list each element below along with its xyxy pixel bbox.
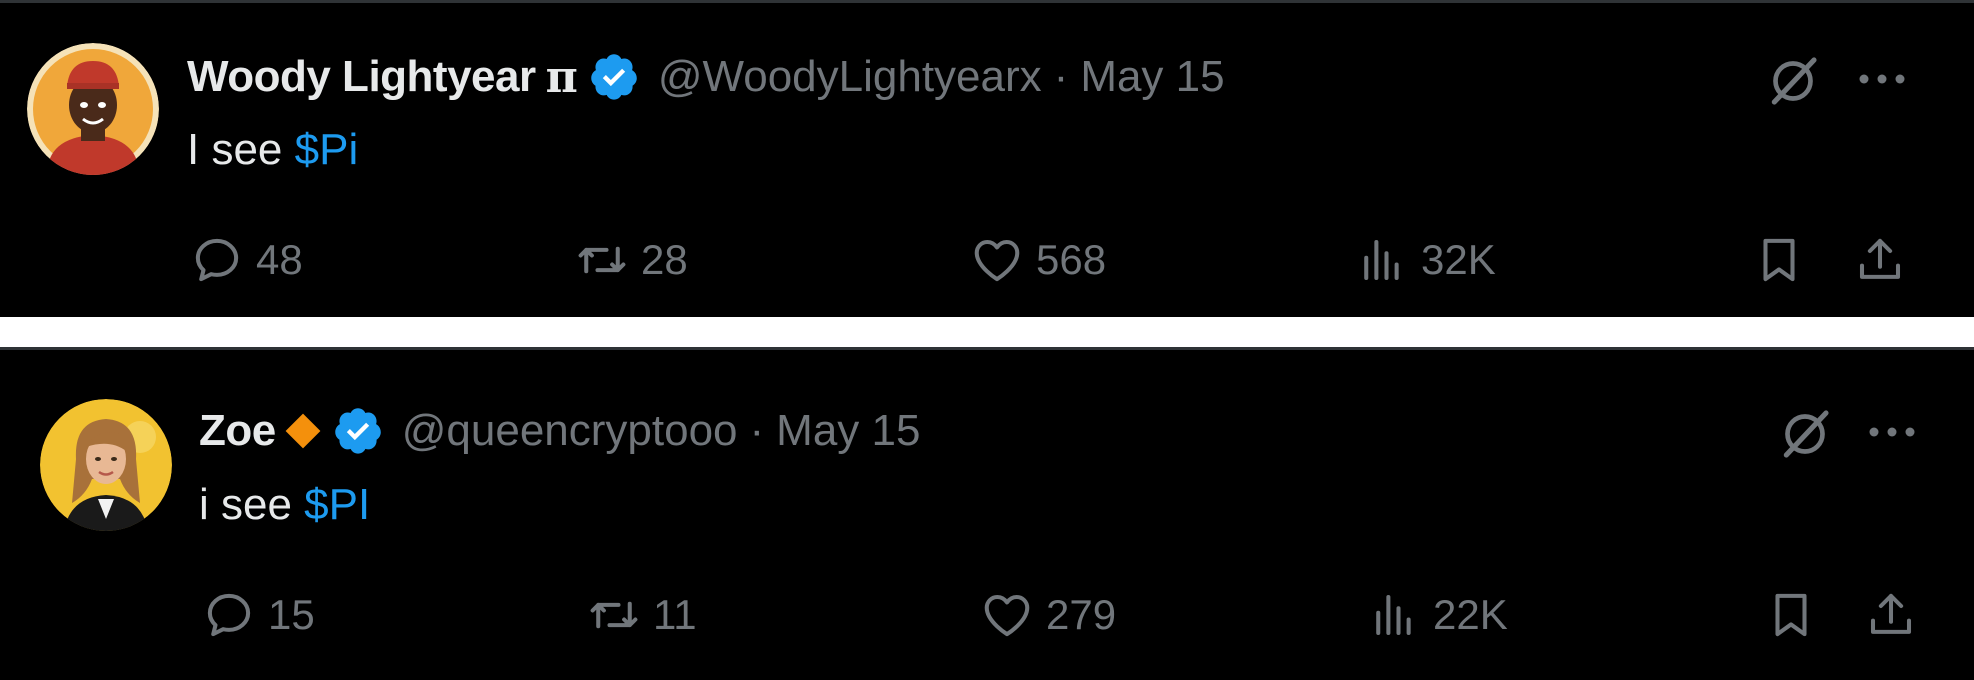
views-chart-icon bbox=[1376, 594, 1411, 636]
user-handle[interactable]: @WoodyLightyearx bbox=[658, 52, 1042, 102]
like-button[interactable]: 279 bbox=[980, 588, 1116, 642]
reply-button[interactable]: 48 bbox=[190, 233, 303, 287]
cashtag-link[interactable]: $Pi bbox=[295, 125, 359, 174]
tweet-text-prefix: I see bbox=[187, 125, 295, 174]
display-name[interactable]: Zoe bbox=[199, 406, 276, 456]
tweet-header: Zoe @queencryptooo · May 15 bbox=[199, 403, 920, 459]
tweet-card[interactable]: Woody Lightyear π @WoodyLightyearx · May… bbox=[0, 0, 1974, 317]
avatar[interactable] bbox=[40, 399, 172, 531]
bookmark-icon[interactable] bbox=[1764, 588, 1818, 642]
reply-icon bbox=[207, 593, 251, 637]
like-count: 279 bbox=[1046, 591, 1117, 638]
header-separator: · bbox=[1053, 52, 1069, 101]
tweet-text-prefix: i see bbox=[199, 480, 305, 529]
share-icon[interactable] bbox=[1864, 588, 1918, 642]
display-name[interactable]: Woody Lightyear bbox=[187, 52, 536, 102]
repost-count: 11 bbox=[653, 591, 697, 638]
tweet-header: Woody Lightyear π @WoodyLightyearx · May… bbox=[187, 49, 1225, 105]
grok-icon[interactable] bbox=[1777, 406, 1833, 462]
reply-button[interactable]: 15 bbox=[202, 588, 315, 642]
tweet-text: i see $PI bbox=[199, 480, 370, 530]
reply-count: 48 bbox=[256, 236, 303, 283]
views-button[interactable]: 32K bbox=[1355, 233, 1496, 287]
verified-badge-icon[interactable] bbox=[332, 405, 384, 457]
avatar[interactable] bbox=[27, 43, 159, 175]
reply-count: 15 bbox=[268, 591, 315, 638]
tweet-date[interactable]: May 15 bbox=[776, 406, 920, 456]
bookmark-icon[interactable] bbox=[1752, 233, 1806, 287]
avatar-image bbox=[40, 399, 172, 531]
cashtag-link[interactable]: $PI bbox=[304, 480, 370, 529]
repost-icon bbox=[578, 246, 626, 274]
name-pi-symbol: π bbox=[545, 51, 578, 103]
repost-button[interactable]: 28 bbox=[575, 233, 688, 287]
views-chart-icon bbox=[1364, 239, 1399, 281]
user-handle[interactable]: @queencryptooo bbox=[402, 406, 738, 456]
tweet-text: I see $Pi bbox=[187, 125, 358, 175]
repost-count: 28 bbox=[641, 236, 688, 283]
like-count: 568 bbox=[1036, 236, 1107, 283]
views-count: 22K bbox=[1433, 591, 1508, 638]
share-icon[interactable] bbox=[1853, 233, 1907, 287]
more-options-icon[interactable] bbox=[1867, 422, 1917, 442]
repost-icon bbox=[590, 601, 638, 629]
reply-icon bbox=[195, 238, 239, 282]
avatar-image bbox=[27, 43, 159, 175]
header-separator: · bbox=[749, 406, 765, 455]
more-options-icon[interactable] bbox=[1857, 69, 1907, 89]
heart-icon bbox=[974, 239, 1020, 282]
repost-button[interactable]: 11 bbox=[587, 588, 697, 642]
heart-icon bbox=[984, 594, 1030, 637]
tweet-card[interactable]: Zoe @queencryptooo · May 15 i see $PI 15 bbox=[0, 347, 1974, 680]
like-button[interactable]: 568 bbox=[970, 233, 1106, 287]
verified-badge-icon[interactable] bbox=[588, 51, 640, 103]
views-button[interactable]: 22K bbox=[1367, 588, 1508, 642]
tweet-date[interactable]: May 15 bbox=[1080, 52, 1224, 102]
orange-diamond-icon bbox=[285, 413, 321, 449]
views-count: 32K bbox=[1421, 236, 1496, 283]
grok-icon[interactable] bbox=[1765, 53, 1821, 109]
